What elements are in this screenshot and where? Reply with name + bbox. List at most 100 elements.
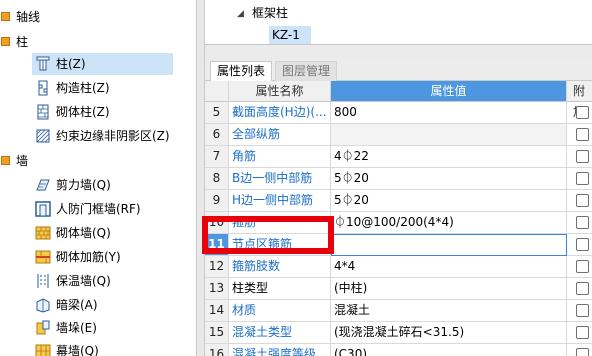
attach-checkbox[interactable] <box>576 150 589 163</box>
property-name-cell[interactable]: 混凝土强度等级 <box>229 344 331 356</box>
table-row[interactable]: 8 B边一侧中部筋 5⏀20 <box>205 168 592 190</box>
header-property-value[interactable]: 属性值 <box>331 81 567 102</box>
property-value-cell[interactable]: 混凝土 <box>331 300 567 322</box>
property-value-cell[interactable]: 4*4 <box>331 256 567 278</box>
tree-node-label: 构造柱(Z) <box>56 81 110 95</box>
tree-node-masonry-column[interactable]: 砌体柱(Z) <box>32 101 192 123</box>
attach-checkbox[interactable] <box>576 260 589 273</box>
tab-property-list[interactable]: 属性列表 <box>210 61 273 81</box>
table-row[interactable]: 6 全部纵筋 <box>205 124 592 146</box>
row-number[interactable]: 12 <box>205 256 229 278</box>
attach-checkbox[interactable] <box>576 348 589 356</box>
tree-node-axis[interactable]: 轴线 <box>0 6 196 28</box>
table-row[interactable]: 11 节点区箍筋 <box>205 234 592 256</box>
table-row[interactable]: 12 箍筋肢数 4*4 <box>205 256 592 278</box>
row-number[interactable]: 15 <box>205 322 229 344</box>
property-name-cell[interactable]: 箍筋 <box>229 212 331 234</box>
tree-node-curtain-wall[interactable]: 幕墙(Q) <box>32 340 192 356</box>
attach-checkbox[interactable] <box>576 304 589 317</box>
attach-checkbox[interactable] <box>576 216 589 229</box>
property-name-cell[interactable]: 节点区箍筋 <box>229 234 331 256</box>
table-row[interactable]: 7 角筋 4⏀22 <box>205 146 592 168</box>
property-value-cell[interactable]: (现浇混凝土碎石<31.5) <box>331 322 567 344</box>
attach-checkbox[interactable] <box>576 106 589 119</box>
property-grid: 属性名称 属性值 附加 5截面高度(H边)(...8006全部纵筋7角筋4⏀22… <box>205 81 592 356</box>
row-number[interactable]: 6 <box>205 124 229 146</box>
component-tree-panel: 轴线 柱 柱(Z) 构造柱(Z) 砌体柱(Z) 约束边缘非阴影区(Z) 墙 剪力… <box>0 0 197 356</box>
table-row[interactable]: 15 混凝土类型 (现浇混凝土碎石<31.5) <box>205 322 592 344</box>
tree-node-constructional-column[interactable]: 构造柱(Z) <box>32 77 192 99</box>
property-name-cell[interactable]: B边一侧中部筋 <box>229 168 331 190</box>
property-name-cell[interactable]: 混凝土类型 <box>229 322 331 344</box>
tree-node-shear-wall[interactable]: 剪力墙(Q) <box>32 174 192 196</box>
component-group-frame-column[interactable]: 框架柱 <box>252 4 288 21</box>
table-row[interactable]: 14 材质 混凝土 <box>205 300 592 322</box>
tree-node-label: 暗梁(A) <box>56 298 98 312</box>
property-name-cell[interactable]: 柱类型 <box>229 278 331 300</box>
tree-node-hidden-beam[interactable]: 暗梁(A) <box>32 294 192 316</box>
property-value-cell[interactable]: (中柱) <box>331 278 567 300</box>
table-row[interactable]: 10 箍筋 ⏀10@100/200(4*4) <box>205 212 592 234</box>
tree-node-insulation-wall[interactable]: 保温墙(Q) <box>32 270 192 292</box>
masonry-wall-icon <box>35 226 51 240</box>
row-number[interactable]: 11 <box>205 234 229 256</box>
property-value-cell[interactable]: (C30) <box>331 344 567 356</box>
property-name-cell[interactable]: 全部纵筋 <box>229 124 331 146</box>
row-number[interactable]: 9 <box>205 190 229 212</box>
tree-node-boundary-zone[interactable]: 约束边缘非阴影区(Z) <box>32 125 196 147</box>
boundary-zone-icon <box>36 129 50 143</box>
civil-defense-door-wall-icon <box>35 201 51 217</box>
panel-splitter[interactable] <box>196 0 205 356</box>
property-name-cell[interactable]: 截面高度(H边)(... <box>229 102 331 124</box>
tree-node-label: 剪力墙(Q) <box>56 178 111 192</box>
tree-node-label: 柱(Z) <box>56 57 86 71</box>
attach-cell <box>567 212 592 234</box>
property-name-cell[interactable]: 箍筋肢数 <box>229 256 331 278</box>
attach-checkbox[interactable] <box>576 282 589 295</box>
property-value-cell[interactable] <box>331 234 567 256</box>
row-number[interactable]: 13 <box>205 278 229 300</box>
component-item-kz1[interactable]: KZ-1 <box>269 26 311 44</box>
attach-checkbox[interactable] <box>576 128 589 141</box>
header-attach[interactable]: 附加 <box>567 81 592 119</box>
property-value-cell[interactable]: 4⏀22 <box>331 146 567 168</box>
attach-cell <box>567 190 592 212</box>
tree-node-civil-defense-door-wall[interactable]: 人防门框墙(RF) <box>32 198 192 220</box>
property-value-cell[interactable]: 5⏀20 <box>331 168 567 190</box>
attach-checkbox[interactable] <box>576 326 589 339</box>
tree-node-masonry-reinforcement[interactable]: 砌体加筋(Y) <box>32 246 192 268</box>
row-number[interactable]: 5 <box>205 102 229 124</box>
tree-node-wall-pier[interactable]: 墙垛(E) <box>32 317 192 339</box>
property-value-cell[interactable] <box>331 124 567 146</box>
tree-node-wall-group[interactable]: 墙 <box>0 150 196 172</box>
attach-checkbox[interactable] <box>576 238 589 251</box>
tree-node-masonry-wall[interactable]: 砌体墙(Q) <box>32 222 192 244</box>
tree-node-column-group[interactable]: 柱 <box>0 31 196 53</box>
table-row[interactable]: 5 截面高度(H边)(... 800 <box>205 102 592 124</box>
header-property-name[interactable]: 属性名称 <box>229 81 331 102</box>
table-row[interactable]: 9 H边一侧中部筋 5⏀20 <box>205 190 592 212</box>
row-number[interactable]: 16 <box>205 344 229 356</box>
table-row[interactable]: 13 柱类型 (中柱) <box>205 278 592 300</box>
attach-cell <box>567 300 592 322</box>
horizontal-splitter[interactable] <box>205 44 592 59</box>
attach-checkbox[interactable] <box>576 194 589 207</box>
attach-checkbox[interactable] <box>576 172 589 185</box>
property-value-cell[interactable]: 800 <box>331 102 567 124</box>
row-number[interactable]: 7 <box>205 146 229 168</box>
property-name-cell[interactable]: 材质 <box>229 300 331 322</box>
tree-node-label: 砌体加筋(Y) <box>56 250 121 264</box>
property-name-cell[interactable]: 角筋 <box>229 146 331 168</box>
row-number[interactable]: 10 <box>205 212 229 234</box>
tab-layer-management[interactable]: 图层管理 <box>275 61 338 81</box>
property-value-cell[interactable]: ⏀10@100/200(4*4) <box>331 212 567 234</box>
table-row[interactable]: 16 混凝土强度等级 (C30) <box>205 344 592 356</box>
component-list: ◢ 框架柱 KZ-1 <box>205 0 592 44</box>
property-value-cell[interactable]: 5⏀20 <box>331 190 567 212</box>
property-name-cell[interactable]: H边一侧中部筋 <box>229 190 331 212</box>
collapse-triangle-icon[interactable]: ◢ <box>237 9 244 19</box>
tree-node-label: 墙 <box>16 154 29 168</box>
row-number[interactable]: 14 <box>205 300 229 322</box>
tree-node-column-z[interactable]: 柱(Z) <box>32 53 173 75</box>
row-number[interactable]: 8 <box>205 168 229 190</box>
